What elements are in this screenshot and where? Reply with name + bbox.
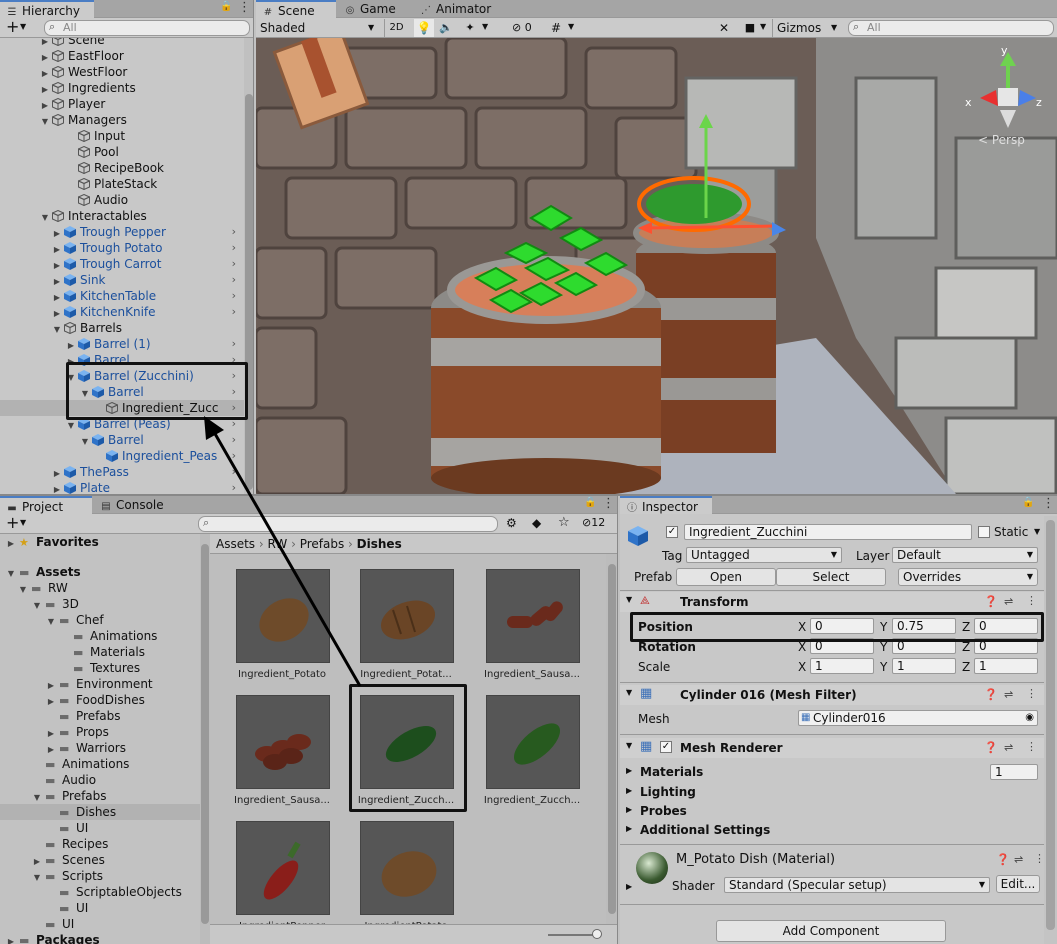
annotation-arrow — [204, 416, 362, 687]
